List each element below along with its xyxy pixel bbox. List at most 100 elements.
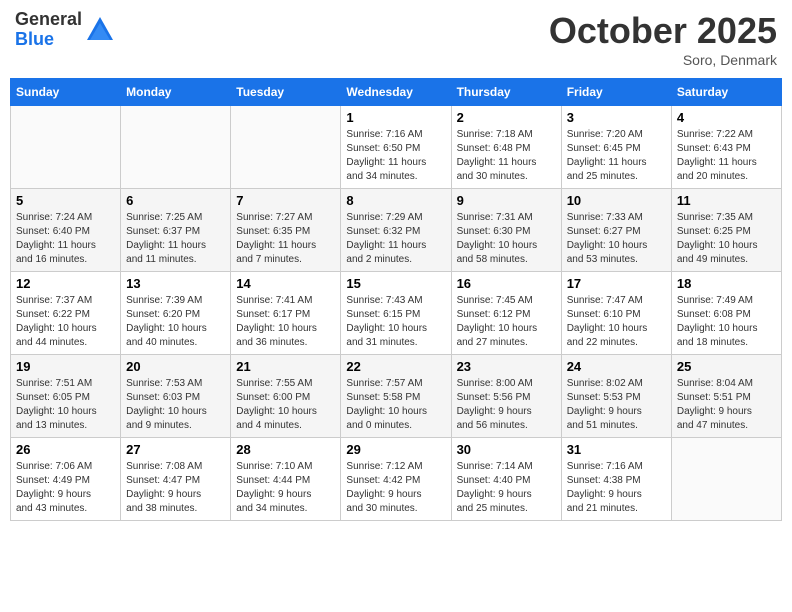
empty-cell (11, 106, 121, 189)
day-info: Sunrise: 7:45 AM Sunset: 6:12 PM Dayligh… (457, 294, 556, 350)
page-header: General Blue October 2025 Soro, Denmark (10, 10, 782, 68)
day-number: 29 (346, 442, 445, 457)
day-number: 24 (567, 359, 666, 374)
weekday-header-saturday: Saturday (671, 79, 781, 106)
day-cell-24: 24 Sunrise: 8:02 AM Sunset: 5:53 PM Dayli… (561, 355, 671, 438)
logo-general-text: General (15, 10, 82, 30)
day-cell-30: 30 Sunrise: 7:14 AM Sunset: 4:40 PM Dayli… (451, 438, 561, 521)
day-info: Sunrise: 7:18 AM Sunset: 6:48 PM Dayligh… (457, 128, 556, 184)
day-cell-20: 20 Sunrise: 7:53 AM Sunset: 6:03 PM Dayli… (121, 355, 231, 438)
day-info: Sunrise: 8:04 AM Sunset: 5:51 PM Dayligh… (677, 377, 776, 433)
day-cell-29: 29 Sunrise: 7:12 AM Sunset: 4:42 PM Dayli… (341, 438, 451, 521)
day-number: 7 (236, 193, 335, 208)
weekday-header-monday: Monday (121, 79, 231, 106)
day-info: Sunrise: 7:06 AM Sunset: 4:49 PM Dayligh… (16, 460, 115, 516)
day-cell-10: 10 Sunrise: 7:33 AM Sunset: 6:27 PM Dayli… (561, 189, 671, 272)
day-info: Sunrise: 8:02 AM Sunset: 5:53 PM Dayligh… (567, 377, 666, 433)
day-number: 27 (126, 442, 225, 457)
day-cell-9: 9 Sunrise: 7:31 AM Sunset: 6:30 PM Daylig… (451, 189, 561, 272)
day-number: 28 (236, 442, 335, 457)
day-info: Sunrise: 7:43 AM Sunset: 6:15 PM Dayligh… (346, 294, 445, 350)
day-cell-21: 21Sunrise: 7:55 AM Sunset: 6:00 PM Dayli… (231, 355, 341, 438)
title-block: October 2025 Soro, Denmark (549, 10, 777, 68)
day-number: 20 (126, 359, 225, 374)
day-cell-6: 6 Sunrise: 7:25 AM Sunset: 6:37 PM Daylig… (121, 189, 231, 272)
day-number: 30 (457, 442, 556, 457)
day-info: Sunrise: 7:16 AM Sunset: 4:38 PM Dayligh… (567, 460, 666, 516)
day-info: Sunrise: 7:22 AM Sunset: 6:43 PM Dayligh… (677, 128, 776, 184)
day-cell-12: 12Sunrise: 7:37 AM Sunset: 6:22 PM Dayli… (11, 272, 121, 355)
day-cell-22: 22Sunrise: 7:57 AM Sunset: 5:58 PM Dayli… (341, 355, 451, 438)
empty-cell (671, 438, 781, 521)
day-number: 13 (126, 276, 225, 291)
week-row-2: 5 Sunrise: 7:24 AM Sunset: 6:40 PM Daylig… (11, 189, 782, 272)
day-cell-15: 15 Sunrise: 7:43 AM Sunset: 6:15 PM Dayli… (341, 272, 451, 355)
weekday-header-sunday: Sunday (11, 79, 121, 106)
day-number: 6 (126, 193, 225, 208)
day-cell-19: 19Sunrise: 7:51 AM Sunset: 6:05 PM Dayli… (11, 355, 121, 438)
day-info: Sunrise: 7:47 AM Sunset: 6:10 PM Dayligh… (567, 294, 666, 350)
day-info: Sunrise: 7:57 AM Sunset: 5:58 PM Dayligh… (346, 377, 445, 433)
empty-cell (121, 106, 231, 189)
weekday-header-friday: Friday (561, 79, 671, 106)
day-info: Sunrise: 7:12 AM Sunset: 4:42 PM Dayligh… (346, 460, 445, 516)
week-row-3: 12Sunrise: 7:37 AM Sunset: 6:22 PM Dayli… (11, 272, 782, 355)
day-info: Sunrise: 7:29 AM Sunset: 6:32 PM Dayligh… (346, 211, 445, 267)
weekday-header-tuesday: Tuesday (231, 79, 341, 106)
day-number: 5 (16, 193, 115, 208)
day-number: 26 (16, 442, 115, 457)
day-number: 16 (457, 276, 556, 291)
day-cell-14: 14 Sunrise: 7:41 AM Sunset: 6:17 PM Dayli… (231, 272, 341, 355)
day-cell-16: 16 Sunrise: 7:45 AM Sunset: 6:12 PM Dayli… (451, 272, 561, 355)
day-cell-27: 27Sunrise: 7:08 AM Sunset: 4:47 PM Dayli… (121, 438, 231, 521)
day-number: 15 (346, 276, 445, 291)
calendar-table: SundayMondayTuesdayWednesdayThursdayFrid… (10, 78, 782, 521)
day-number: 8 (346, 193, 445, 208)
day-info: Sunrise: 7:41 AM Sunset: 6:17 PM Dayligh… (236, 294, 335, 350)
day-info: Sunrise: 7:16 AM Sunset: 6:50 PM Dayligh… (346, 128, 445, 184)
logo-blue-text: Blue (15, 30, 82, 50)
day-info: Sunrise: 7:14 AM Sunset: 4:40 PM Dayligh… (457, 460, 556, 516)
day-info: Sunrise: 7:53 AM Sunset: 6:03 PM Dayligh… (126, 377, 225, 433)
day-cell-1: 1 Sunrise: 7:16 AM Sunset: 6:50 PM Daylig… (341, 106, 451, 189)
day-info: Sunrise: 7:33 AM Sunset: 6:27 PM Dayligh… (567, 211, 666, 267)
day-number: 3 (567, 110, 666, 125)
day-number: 25 (677, 359, 776, 374)
week-row-1: 1 Sunrise: 7:16 AM Sunset: 6:50 PM Daylig… (11, 106, 782, 189)
empty-cell (231, 106, 341, 189)
day-number: 31 (567, 442, 666, 457)
day-number: 11 (677, 193, 776, 208)
day-number: 1 (346, 110, 445, 125)
day-cell-7: 7 Sunrise: 7:27 AM Sunset: 6:35 PM Daylig… (231, 189, 341, 272)
day-number: 23 (457, 359, 556, 374)
day-info: Sunrise: 7:27 AM Sunset: 6:35 PM Dayligh… (236, 211, 335, 267)
day-number: 10 (567, 193, 666, 208)
logo-icon (85, 15, 115, 45)
weekday-header-wednesday: Wednesday (341, 79, 451, 106)
weekday-header-row: SundayMondayTuesdayWednesdayThursdayFrid… (11, 79, 782, 106)
day-info: Sunrise: 7:20 AM Sunset: 6:45 PM Dayligh… (567, 128, 666, 184)
location: Soro, Denmark (549, 52, 777, 68)
day-number: 14 (236, 276, 335, 291)
day-cell-5: 5 Sunrise: 7:24 AM Sunset: 6:40 PM Daylig… (11, 189, 121, 272)
day-info: Sunrise: 7:31 AM Sunset: 6:30 PM Dayligh… (457, 211, 556, 267)
day-cell-8: 8 Sunrise: 7:29 AM Sunset: 6:32 PM Daylig… (341, 189, 451, 272)
day-cell-3: 3 Sunrise: 7:20 AM Sunset: 6:45 PM Daylig… (561, 106, 671, 189)
day-cell-28: 28Sunrise: 7:10 AM Sunset: 4:44 PM Dayli… (231, 438, 341, 521)
day-cell-18: 18Sunrise: 7:49 AM Sunset: 6:08 PM Dayli… (671, 272, 781, 355)
day-cell-11: 11Sunrise: 7:35 AM Sunset: 6:25 PM Dayli… (671, 189, 781, 272)
week-row-5: 26 Sunrise: 7:06 AM Sunset: 4:49 PM Dayli… (11, 438, 782, 521)
day-info: Sunrise: 8:00 AM Sunset: 5:56 PM Dayligh… (457, 377, 556, 433)
day-info: Sunrise: 7:49 AM Sunset: 6:08 PM Dayligh… (677, 294, 776, 350)
day-cell-4: 4 Sunrise: 7:22 AM Sunset: 6:43 PM Daylig… (671, 106, 781, 189)
week-row-4: 19Sunrise: 7:51 AM Sunset: 6:05 PM Dayli… (11, 355, 782, 438)
day-number: 9 (457, 193, 556, 208)
day-cell-2: 2Sunrise: 7:18 AM Sunset: 6:48 PM Daylig… (451, 106, 561, 189)
day-cell-23: 23 Sunrise: 8:00 AM Sunset: 5:56 PM Dayli… (451, 355, 561, 438)
day-number: 19 (16, 359, 115, 374)
day-number: 4 (677, 110, 776, 125)
day-info: Sunrise: 7:24 AM Sunset: 6:40 PM Dayligh… (16, 211, 115, 267)
day-info: Sunrise: 7:25 AM Sunset: 6:37 PM Dayligh… (126, 211, 225, 267)
day-cell-13: 13Sunrise: 7:39 AM Sunset: 6:20 PM Dayli… (121, 272, 231, 355)
day-cell-31: 31 Sunrise: 7:16 AM Sunset: 4:38 PM Dayli… (561, 438, 671, 521)
